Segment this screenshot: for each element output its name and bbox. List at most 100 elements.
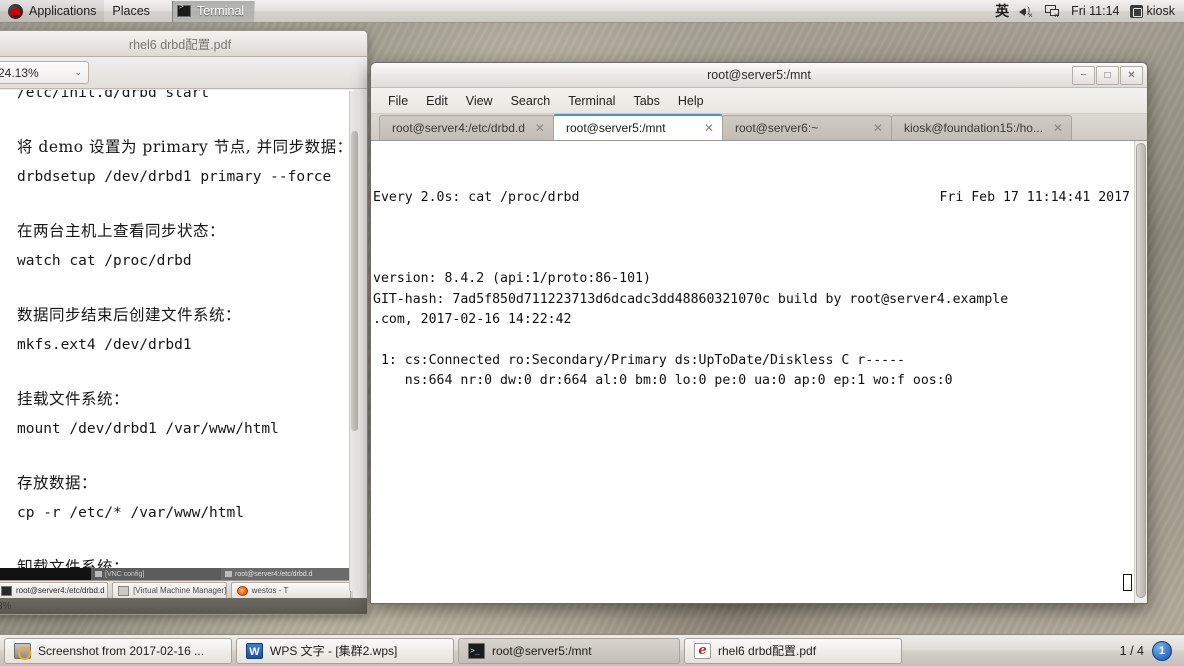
pdf-scrollbar[interactable] [349,91,358,591]
bottom-taskbar: Screenshot from 2017-02-16 ... W WPS 文字 - … [0,634,1184,666]
terminal-tabbar: root@server4:/etc/drbd.d ✕ root@server5:/m… [371,114,1147,141]
nested-task-button: westos - T [230,582,351,599]
taskbar-button-label: Screenshot from 2017-02-16 ... [38,643,205,658]
user-menu[interactable]: kiosk [1129,4,1175,18]
terminal-tab[interactable]: root@server4:/etc/drbd.d ✕ [379,115,554,140]
panel-window-button-terminal[interactable]: Terminal [171,0,256,22]
close-icon[interactable]: ✕ [704,121,714,135]
nested-task-label: [Virtual Machine Manager] [133,586,227,595]
workspace-count-label: 1 / 4 [1119,643,1144,658]
network-disconnected-icon[interactable]: × [1045,4,1061,20]
pdf-icon: e [694,642,711,659]
menu-tabs[interactable]: Tabs [624,91,668,111]
pdf-text-line: 挂载文件系统： [17,390,130,408]
pdf-spacer [17,192,353,216]
terminal-line: 1: cs:Connected ro:Secondary/Primary ds:… [373,353,905,369]
pdf-spacer [17,528,353,552]
taskbar-button[interactable]: W WPS 文字 - [集群2.wps] [236,637,454,664]
menu-edit[interactable]: Edit [417,91,457,111]
menu-search[interactable]: Search [502,91,560,111]
nested-screenshot-panels: [VNC config] root@server4:/etc/drbd.d ro… [0,568,353,600]
watch-header: Every 2.0s: cat /proc/drbd Fri Feb 17 11… [373,188,1134,208]
terminal-output: Every 2.0s: cat /proc/drbd Fri Feb 17 11… [371,141,1134,603]
terminal-tab-label: root@server5:/mnt [565,121,666,135]
taskbar-button[interactable]: Screenshot from 2017-02-16 ... [4,637,232,664]
zoom-level-select[interactable]: 24.13% ⌄ [0,61,89,84]
places-label: Places [112,4,150,18]
nested-strip-label: root@server4:/etc/drbd.d [235,570,313,578]
workspace-switcher[interactable]: 1 / 4 1 [1119,640,1180,661]
pdf-text-line: 数据同步结束后创建文件系统： [17,306,242,324]
terminal-icon [176,3,191,17]
close-icon[interactable]: ✕ [1053,121,1063,135]
pdf-title: rhel6 drbd配置.pdf [128,38,232,52]
pdf-toolbar: 24.13% ⌄ [0,57,367,89]
terminal-tab[interactable]: kiosk@foundation15:/ho... ✕ [890,115,1072,140]
nested-task-button: [Virtual Machine Manager] [112,582,227,599]
firefox-icon [236,585,248,596]
menu-applications[interactable]: Applications [0,0,105,23]
maximize-button[interactable]: □ [1096,66,1119,85]
speaker-muted-icon[interactable]: ) × [1019,5,1035,20]
terminal-window[interactable]: root@server5:/mnt − □ ✕ File Edit View Sear… [370,62,1148,604]
workspace-badge[interactable]: 1 [1152,640,1172,661]
nested-task-label: root@server4:/etc/drbd.d [16,586,105,595]
terminal-body[interactable]: Every 2.0s: cat /proc/drbd Fri Feb 17 11… [371,141,1147,603]
terminal-icon [225,571,232,577]
terminal-line: .com, 2017-02-16 14:22:42 [373,312,572,328]
nested-strip-segment [0,568,91,580]
pdf-text-line: mkfs.ext4 /dev/drbd1 [17,337,192,353]
chevron-down-icon: ⌄ [74,67,82,77]
close-icon[interactable]: ✕ [873,121,883,135]
watch-timestamp: Fri Feb 17 11:14:41 2017 [939,189,1130,205]
window-icon [95,571,102,577]
pdf-viewer-window[interactable]: rhel6 drbd配置.pdf 24.13% ⌄ /etc/init.d/dr… [0,30,368,615]
pdf-text-line: drbdsetup /dev/drbd1 primary --force [17,169,332,185]
nested-status-strip: 3% [0,598,367,614]
taskbar-button[interactable]: root@server5:/mnt [458,637,680,664]
redhat-logo-icon [8,3,23,19]
terminal-line: GIT-hash: 7ad5f850d711223713d6dcadc3dd48… [373,291,1009,307]
clock[interactable]: Fri 11:14 [1071,4,1119,18]
menu-terminal[interactable]: Terminal [559,91,624,111]
terminal-menubar: File Edit View Search Terminal Tabs Help [371,88,1147,114]
pdf-text-line: 将 demo 设置为 primary 节点, 并同步数据： [17,138,353,156]
minimize-button[interactable]: − [1072,66,1095,85]
terminal-icon [468,642,485,659]
terminal-scrollbar-thumb[interactable] [1136,143,1146,598]
terminal-cursor [1123,574,1132,591]
terminal-tab-label: kiosk@foundation15:/ho... [903,121,1043,135]
pdf-spacer [17,276,353,300]
terminal-tab-label: root@server6:~ [734,121,819,135]
nested-strip-label: [VNC config] [105,570,145,578]
pdf-spacer [17,108,353,132]
menu-view[interactable]: View [457,91,502,111]
close-icon[interactable]: ✕ [535,121,545,135]
input-method-icon[interactable]: 英 [995,1,1009,21]
menu-help[interactable]: Help [669,91,713,111]
terminal-line: ns:664 nr:0 dw:0 dr:664 al:0 bm:0 lo:0 p… [373,373,953,389]
terminal-tab[interactable]: root@server5:/mnt ✕ [552,114,723,140]
taskbar-button[interactable]: e rhel6 drbd配置.pdf [684,637,902,664]
pdf-scrollbar-thumb[interactable] [351,131,358,431]
taskbar-buttons: Screenshot from 2017-02-16 ... W WPS 文字 - … [4,637,906,664]
nested-task-label: westos - T [251,586,289,595]
terminal-line: version: 8.4.2 (api:1/proto:86-101) [373,271,651,287]
window-controls: − □ ✕ [1072,66,1143,85]
terminal-icon [1,585,12,596]
terminal-scrollbar[interactable] [1134,141,1147,603]
pdf-titlebar[interactable]: rhel6 drbd配置.pdf [0,31,367,57]
taskbar-button-label: rhel6 drbd配置.pdf [718,644,817,658]
top-panel: Applications Places Terminal 英 )× × Fri … [0,0,1184,23]
menu-places[interactable]: Places [104,0,158,23]
pdf-text-line: mount /dev/drbd1 /var/www/html [17,421,279,437]
menu-file[interactable]: File [379,91,417,111]
wps-icon: W [246,642,263,659]
terminal-tab[interactable]: root@server6:~ ✕ [721,115,892,140]
close-button[interactable]: ✕ [1120,66,1143,85]
user-name: kiosk [1146,4,1175,18]
user-icon [1129,4,1143,18]
terminal-titlebar[interactable]: root@server5:/mnt − □ ✕ [371,63,1147,88]
